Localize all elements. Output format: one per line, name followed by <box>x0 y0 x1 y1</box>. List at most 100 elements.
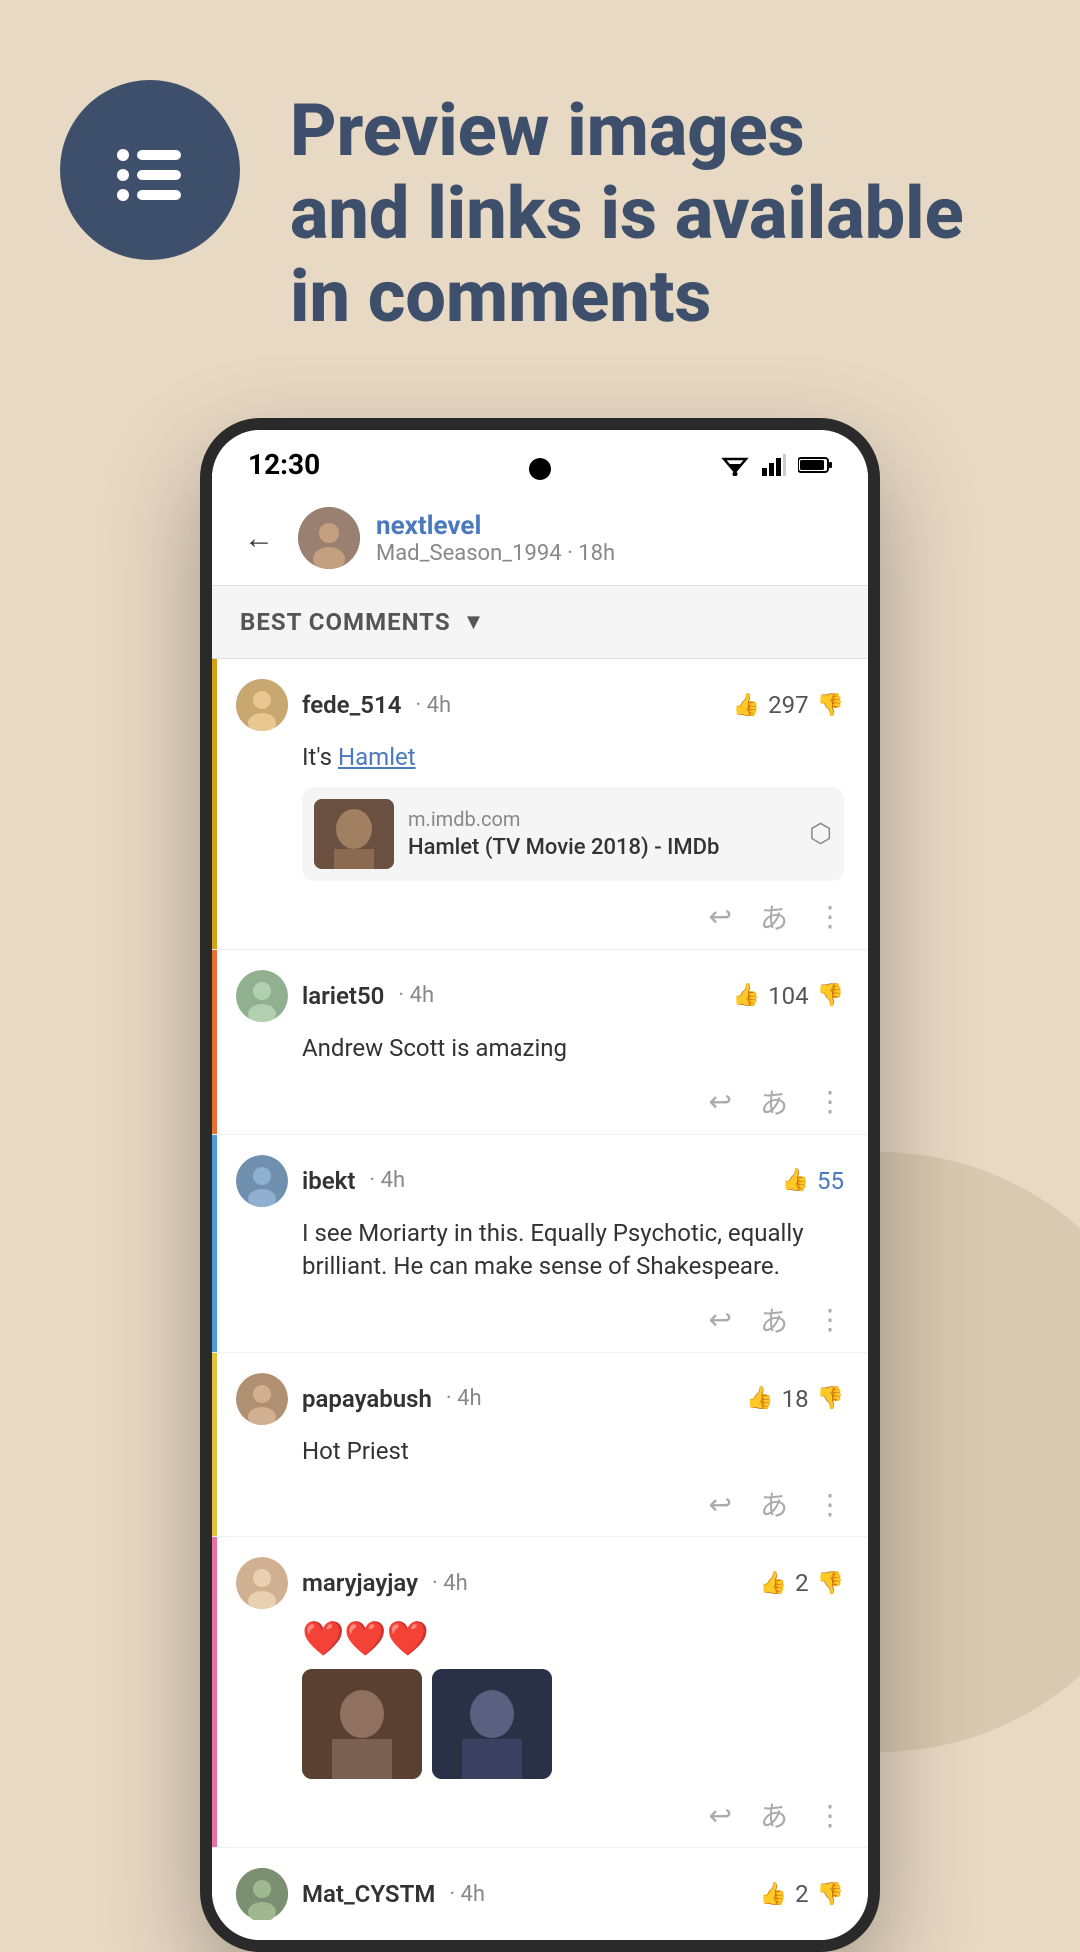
comment-item: ibekt · 4h 👍 55 I see Moriarty in this. … <box>212 1135 868 1353</box>
comment-votes: 👍 297 👎 <box>733 691 844 719</box>
translate-button[interactable]: あ <box>760 1795 788 1835</box>
bottom-username: Mat_CYSTM <box>302 1880 435 1908</box>
header-meta: Mad_Season_1994 · 18h <box>376 541 844 566</box>
comment-avatar <box>236 1373 288 1425</box>
comment-avatar <box>236 1155 288 1207</box>
comment-hearts: ❤️❤️❤️ <box>236 1619 844 1659</box>
comment-time: · 4h <box>446 1386 482 1411</box>
comment-link[interactable]: Hamlet <box>338 743 416 771</box>
camera-dot <box>529 458 551 480</box>
comment-username: ibekt <box>302 1167 355 1195</box>
translate-button[interactable]: あ <box>760 1484 788 1524</box>
comment-item: lariet50 · 4h 👍 104 👎 Andrew Scott is am… <box>212 950 868 1135</box>
bottom-comment-row: Mat_CYSTM · 4h 👍 2 👎 <box>212 1848 868 1940</box>
comment-bar <box>212 1353 217 1537</box>
translate-button[interactable]: あ <box>760 1300 788 1340</box>
wifi-icon <box>720 454 750 476</box>
more-button[interactable]: ⋮ <box>816 1085 844 1118</box>
more-button[interactable]: ⋮ <box>816 1303 844 1336</box>
comment-votes: 👍 2 👎 <box>760 1569 844 1597</box>
comment-body: I see Moriarty in this. Equally Psychoti… <box>236 1217 844 1284</box>
comment-votes: 👍 18 👎 <box>746 1385 844 1413</box>
comment-header: papayabush · 4h 👍 18 👎 <box>236 1373 844 1425</box>
reply-button[interactable]: ↩ <box>709 1303 732 1336</box>
header-username: nextlevel <box>376 511 844 541</box>
comment-bar <box>212 1135 217 1352</box>
more-button[interactable]: ⋮ <box>816 1799 844 1832</box>
translate-button[interactable]: あ <box>760 1082 788 1122</box>
comment-user-info: lariet50 · 4h <box>236 970 434 1022</box>
comment-header: ibekt · 4h 👍 55 <box>236 1155 844 1207</box>
comment-bar <box>212 950 217 1134</box>
comment-time: · 4h <box>415 693 451 718</box>
comment-actions: ↩ あ ⋮ <box>236 893 844 937</box>
comment-bar <box>212 1537 217 1847</box>
vote-count: 104 <box>768 982 808 1010</box>
comment-item: papayabush · 4h 👍 18 👎 Hot Priest ↩ あ ⋮ <box>212 1353 868 1538</box>
comment-header: lariet50 · 4h 👍 104 👎 <box>236 970 844 1022</box>
comment-item: fede_514 · 4h 👍 297 👎 It's Hamlet <box>212 659 868 950</box>
comment-avatar <box>236 970 288 1022</box>
comment-votes: 👍 104 👎 <box>733 982 844 1010</box>
filter-bar[interactable]: BEST COMMENTS ▼ <box>212 586 868 659</box>
header-info: nextlevel Mad_Season_1994 · 18h <box>376 511 844 566</box>
phone-wrapper: 12:30 <box>0 418 1080 1952</box>
bottom-avatar <box>236 1868 288 1920</box>
bottom-votes: 👍 2 👎 <box>760 1880 844 1908</box>
back-button[interactable]: ← <box>236 513 282 564</box>
filter-arrow: ▼ <box>463 609 485 635</box>
reply-button[interactable]: ↩ <box>709 900 732 933</box>
translate-button[interactable]: あ <box>760 897 788 937</box>
external-link-icon[interactable]: ⬡ <box>809 819 832 849</box>
more-button[interactable]: ⋮ <box>816 1488 844 1521</box>
comment-time: · 4h <box>432 1571 468 1596</box>
comment-votes: 👍 55 <box>782 1167 844 1195</box>
comment-username: papayabush <box>302 1385 432 1413</box>
comment-body: Andrew Scott is amazing <box>236 1032 844 1066</box>
comment-user-info: maryjayjay · 4h <box>236 1557 468 1609</box>
hero-icon-circle <box>60 80 240 260</box>
vote-count: 2 <box>795 1880 809 1908</box>
link-preview-title: Hamlet (TV Movie 2018) - IMDb <box>408 835 795 860</box>
comment-image-2[interactable] <box>432 1669 552 1779</box>
comment-header: maryjayjay · 4h 👍 2 👎 <box>236 1557 844 1609</box>
comments-list: fede_514 · 4h 👍 297 👎 It's Hamlet <box>212 659 868 1940</box>
reply-button[interactable]: ↩ <box>709 1488 732 1521</box>
comment-avatar <box>236 1557 288 1609</box>
vote-count: 55 <box>817 1167 844 1195</box>
comment-item: maryjayjay · 4h 👍 2 👎 ❤️❤️❤️ <box>212 1537 868 1848</box>
comment-actions: ↩ あ ⋮ <box>236 1078 844 1122</box>
more-button[interactable]: ⋮ <box>816 900 844 933</box>
header-avatar <box>298 507 360 569</box>
reply-button[interactable]: ↩ <box>709 1085 732 1118</box>
link-preview-image <box>314 799 394 869</box>
reply-button[interactable]: ↩ <box>709 1799 732 1832</box>
vote-count: 297 <box>768 691 808 719</box>
comment-username: maryjayjay <box>302 1569 418 1597</box>
link-preview[interactable]: m.imdb.com Hamlet (TV Movie 2018) - IMDb… <box>302 787 844 881</box>
comment-username: fede_514 <box>302 691 401 719</box>
comment-username: lariet50 <box>302 982 384 1010</box>
link-preview-content: m.imdb.com Hamlet (TV Movie 2018) - IMDb <box>408 807 795 860</box>
status-bar: 12:30 <box>212 430 868 491</box>
status-time: 12:30 <box>248 448 320 481</box>
app-header: ← nextlevel Mad_Season_1994 · 18h <box>212 491 868 586</box>
filter-label: BEST COMMENTS <box>240 608 451 636</box>
comment-actions: ↩ あ ⋮ <box>236 1791 844 1835</box>
battery-icon <box>798 456 832 474</box>
comment-actions: ↩ あ ⋮ <box>236 1480 844 1524</box>
comment-time: · 4h <box>369 1168 405 1193</box>
bottom-time: · 4h <box>449 1882 485 1907</box>
hero-title: Preview imagesand links is availablein c… <box>290 90 964 338</box>
signal-icon <box>762 454 786 476</box>
comment-time: · 4h <box>398 983 434 1008</box>
link-preview-url: m.imdb.com <box>408 807 795 831</box>
comment-user-info: ibekt · 4h <box>236 1155 405 1207</box>
comment-actions: ↩ あ ⋮ <box>236 1296 844 1340</box>
vote-count: 18 <box>782 1385 809 1413</box>
status-icons <box>720 454 832 476</box>
comment-body: Hot Priest <box>236 1435 844 1469</box>
comment-image-1[interactable] <box>302 1669 422 1779</box>
vote-count: 2 <box>795 1569 809 1597</box>
hero-section: Preview imagesand links is availablein c… <box>0 0 1080 398</box>
